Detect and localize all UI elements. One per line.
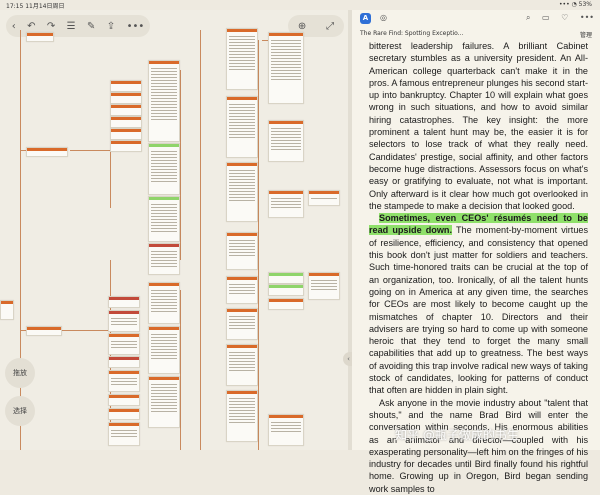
app-icon[interactable]: A [360, 13, 371, 24]
undo-icon[interactable]: ↶ [27, 21, 35, 32]
mindmap-node-highlighted[interactable] [268, 272, 304, 284]
mindmap-node[interactable] [110, 128, 142, 140]
mindmap-node[interactable] [26, 326, 62, 336]
mindmap-panel[interactable]: ‹ ↶ ↷ ☰ ✎ ⇪ ••• ⊕ ⤢ 拖放 选择 [0, 10, 350, 450]
status-bar: 17:15 11月14日周日 ••• ◔ 53% [0, 0, 600, 10]
reader-toolbar: A ◎ ⌕ ▭ ♡ ••• [352, 10, 600, 26]
reader-icons: ⌕ ▭ ♡ ••• [517, 13, 594, 23]
mindmap-node[interactable] [110, 116, 142, 128]
watermark: 知乎 @瓶子做成的书生 [395, 428, 519, 442]
mindmap-node[interactable] [226, 308, 258, 340]
status-time: 17:15 11月14日周日 [6, 3, 65, 10]
expand-icon[interactable]: ⤢ [326, 21, 334, 32]
book-title[interactable]: The Rare Find: Spotting Exceptio... [360, 30, 463, 37]
mindmap-node[interactable] [108, 356, 140, 368]
mindmap-node[interactable] [308, 190, 340, 206]
mindmap-node[interactable] [148, 282, 180, 324]
bookmark-icon[interactable]: ♡ [561, 13, 568, 22]
share-icon[interactable]: ⇪ [107, 21, 115, 32]
mindmap-node[interactable] [148, 376, 180, 428]
mindmap-node[interactable] [268, 414, 304, 446]
mindmap-node[interactable] [226, 28, 258, 90]
more-icon[interactable]: ••• [127, 21, 145, 32]
manage-button[interactable]: 管理 [580, 30, 592, 39]
mindmap-node[interactable] [268, 298, 304, 310]
mindmap-node[interactable] [108, 310, 140, 332]
mindmap-node[interactable] [148, 243, 180, 275]
reader-panel[interactable]: A ◎ ⌕ ▭ ♡ ••• The Rare Find: Spotting Ex… [352, 10, 600, 494]
list-icon[interactable]: ☰ [67, 21, 76, 32]
pen-icon[interactable]: ✎ [87, 21, 95, 32]
mindmap-node[interactable] [108, 333, 140, 355]
more-icon[interactable]: ••• [580, 13, 594, 22]
drag-drop-button[interactable]: 拖放 [5, 358, 35, 388]
mindmap-node[interactable] [268, 120, 304, 162]
chat-icon[interactable]: ◎ [380, 13, 387, 22]
add-node-icon[interactable]: ⊕ [298, 21, 306, 32]
status-battery: ••• ◔ 53% [558, 1, 592, 8]
mindmap-node[interactable] [110, 140, 142, 152]
mindmap-node[interactable] [108, 296, 140, 308]
mindmap-node[interactable] [108, 370, 140, 392]
mindmap-node[interactable] [148, 326, 180, 374]
layout-icon[interactable]: ▭ [542, 13, 550, 22]
paragraph: Ask anyone in the movie industry about "… [369, 397, 588, 494]
mindmap-node[interactable] [110, 92, 142, 104]
mindmap-node[interactable] [268, 190, 304, 218]
paragraph: Sometimes, even CEOs' résumés need to be… [369, 213, 588, 396]
mindmap-node[interactable] [226, 96, 258, 158]
chevron-left-icon[interactable]: ‹ [12, 21, 16, 32]
mindmap-node[interactable] [26, 147, 68, 157]
mindmap-node[interactable] [110, 80, 142, 92]
mindmap-node[interactable] [226, 232, 258, 270]
mindmap-node[interactable] [226, 390, 258, 442]
mindmap-node[interactable] [108, 408, 140, 420]
mindmap-node[interactable] [108, 394, 140, 406]
mindmap-node-highlighted[interactable] [148, 143, 180, 195]
mindmap-node[interactable] [26, 32, 54, 42]
mindmap-node[interactable] [108, 422, 140, 446]
mindmap-node[interactable] [226, 276, 258, 304]
mindmap-node[interactable] [268, 32, 304, 104]
mindmap-node-highlighted[interactable] [148, 196, 180, 242]
mindmap-node[interactable] [226, 344, 258, 386]
mindmap-node[interactable] [308, 272, 340, 300]
search-icon[interactable]: ⌕ [526, 13, 530, 22]
mindmap-node[interactable] [110, 104, 142, 116]
mindmap-node[interactable] [148, 60, 180, 142]
mindmap-node-highlighted[interactable] [268, 284, 304, 296]
mindmap-node[interactable] [226, 162, 258, 222]
redo-icon[interactable]: ↷ [47, 21, 55, 32]
mindmap-node[interactable] [0, 300, 14, 320]
paragraph: bitterest leadership failures. A brillia… [369, 41, 588, 211]
select-button[interactable]: 选择 [5, 396, 35, 426]
